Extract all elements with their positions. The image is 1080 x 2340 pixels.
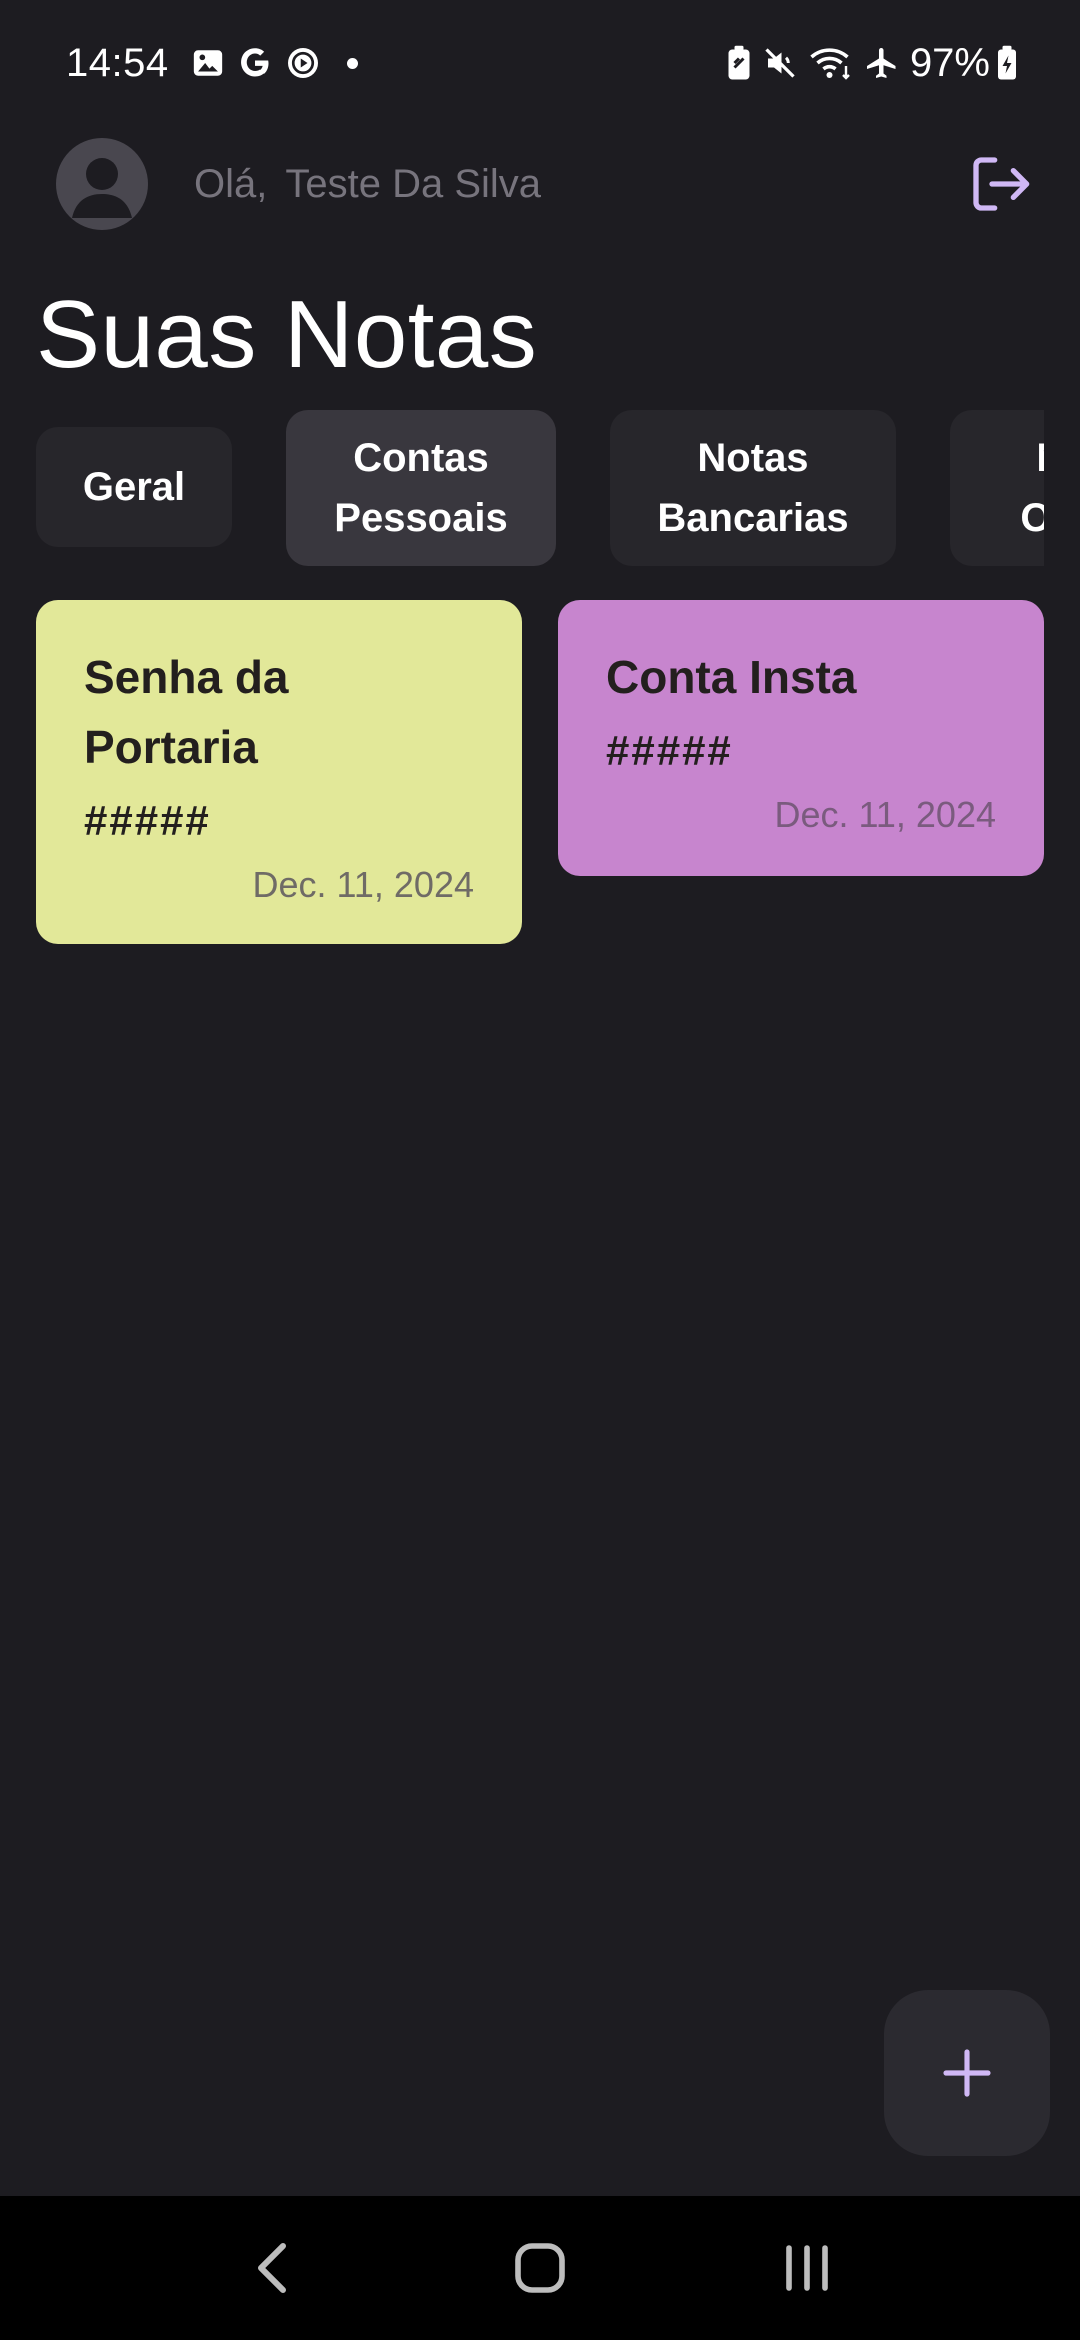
page-title: Suas Notas [36,281,538,388]
note-card[interactable]: Conta Insta ##### Dec. 11, 2024 [558,600,1044,876]
tab-label: Geral [82,465,186,509]
note-title: Conta Insta [606,651,857,703]
battery-saver-icon [726,45,752,81]
user-name: Teste Da Silva [285,161,542,206]
dot-icon [346,57,358,69]
wifi-icon [808,45,854,81]
status-right: 97% [726,41,1028,86]
tab-label: Bancarias [657,496,849,540]
gallery-icon [191,46,225,80]
back-icon [258,2243,287,2293]
back-button[interactable] [213,2218,333,2318]
category-tabs[interactable]: Geral Contas Pessoais Notas Bancarias N … [36,410,1044,568]
play-icon [285,45,321,81]
status-time: 14:54 [66,40,169,85]
system-nav-bar [0,2196,1080,2340]
battery-percent: 97% [909,40,990,85]
google-icon [237,45,273,81]
tab-truncated[interactable]: N Oc [950,410,1044,566]
note-card[interactable]: Senha da Portaria ##### Dec. 11, 2024 [36,600,522,944]
header: Olá, Teste Da Silva [0,126,1080,242]
home-icon [515,2243,565,2293]
note-content: ##### [84,797,211,844]
notes-screen: 14:54 97% Olá, Teste Da Silva Suas Notas… [0,0,1080,2340]
home-button[interactable] [480,2218,600,2318]
greeting: Olá, Teste Da Silva [194,162,954,207]
logout-button[interactable] [954,138,1046,230]
tab-label: N [1036,428,1044,488]
avatar[interactable] [56,138,148,230]
category-tabs-track: Geral Contas Pessoais Notas Bancarias N … [36,410,1044,568]
note-date: Dec. 11, 2024 [252,864,474,905]
tab-geral[interactable]: Geral [36,427,232,547]
tab-label: Pessoais [334,496,508,540]
user-icon [72,158,132,218]
tab-label: Notas [697,436,809,480]
note-title: Senha da Portaria [84,651,289,773]
greeting-prefix: Olá, [194,161,268,206]
battery-icon [996,45,1018,81]
tab-label: Oc [1020,496,1044,540]
recents-icon [785,2245,828,2291]
note-content: ##### [606,727,733,774]
plus-icon [943,2049,991,2097]
recents-button[interactable] [747,2218,867,2318]
status-left: 14:54 [66,41,358,86]
tab-notas-bancarias[interactable]: Notas Bancarias [610,410,896,566]
mute-icon [762,45,798,81]
tab-contas-pessoais[interactable]: Contas Pessoais [286,410,556,566]
tab-label: Contas [353,436,489,480]
airplane-icon [864,45,900,81]
note-date: Dec. 11, 2024 [774,794,996,835]
status-bar: 14:54 97% [0,0,1080,126]
add-note-button[interactable] [884,1990,1050,2156]
logout-icon [973,157,1030,211]
